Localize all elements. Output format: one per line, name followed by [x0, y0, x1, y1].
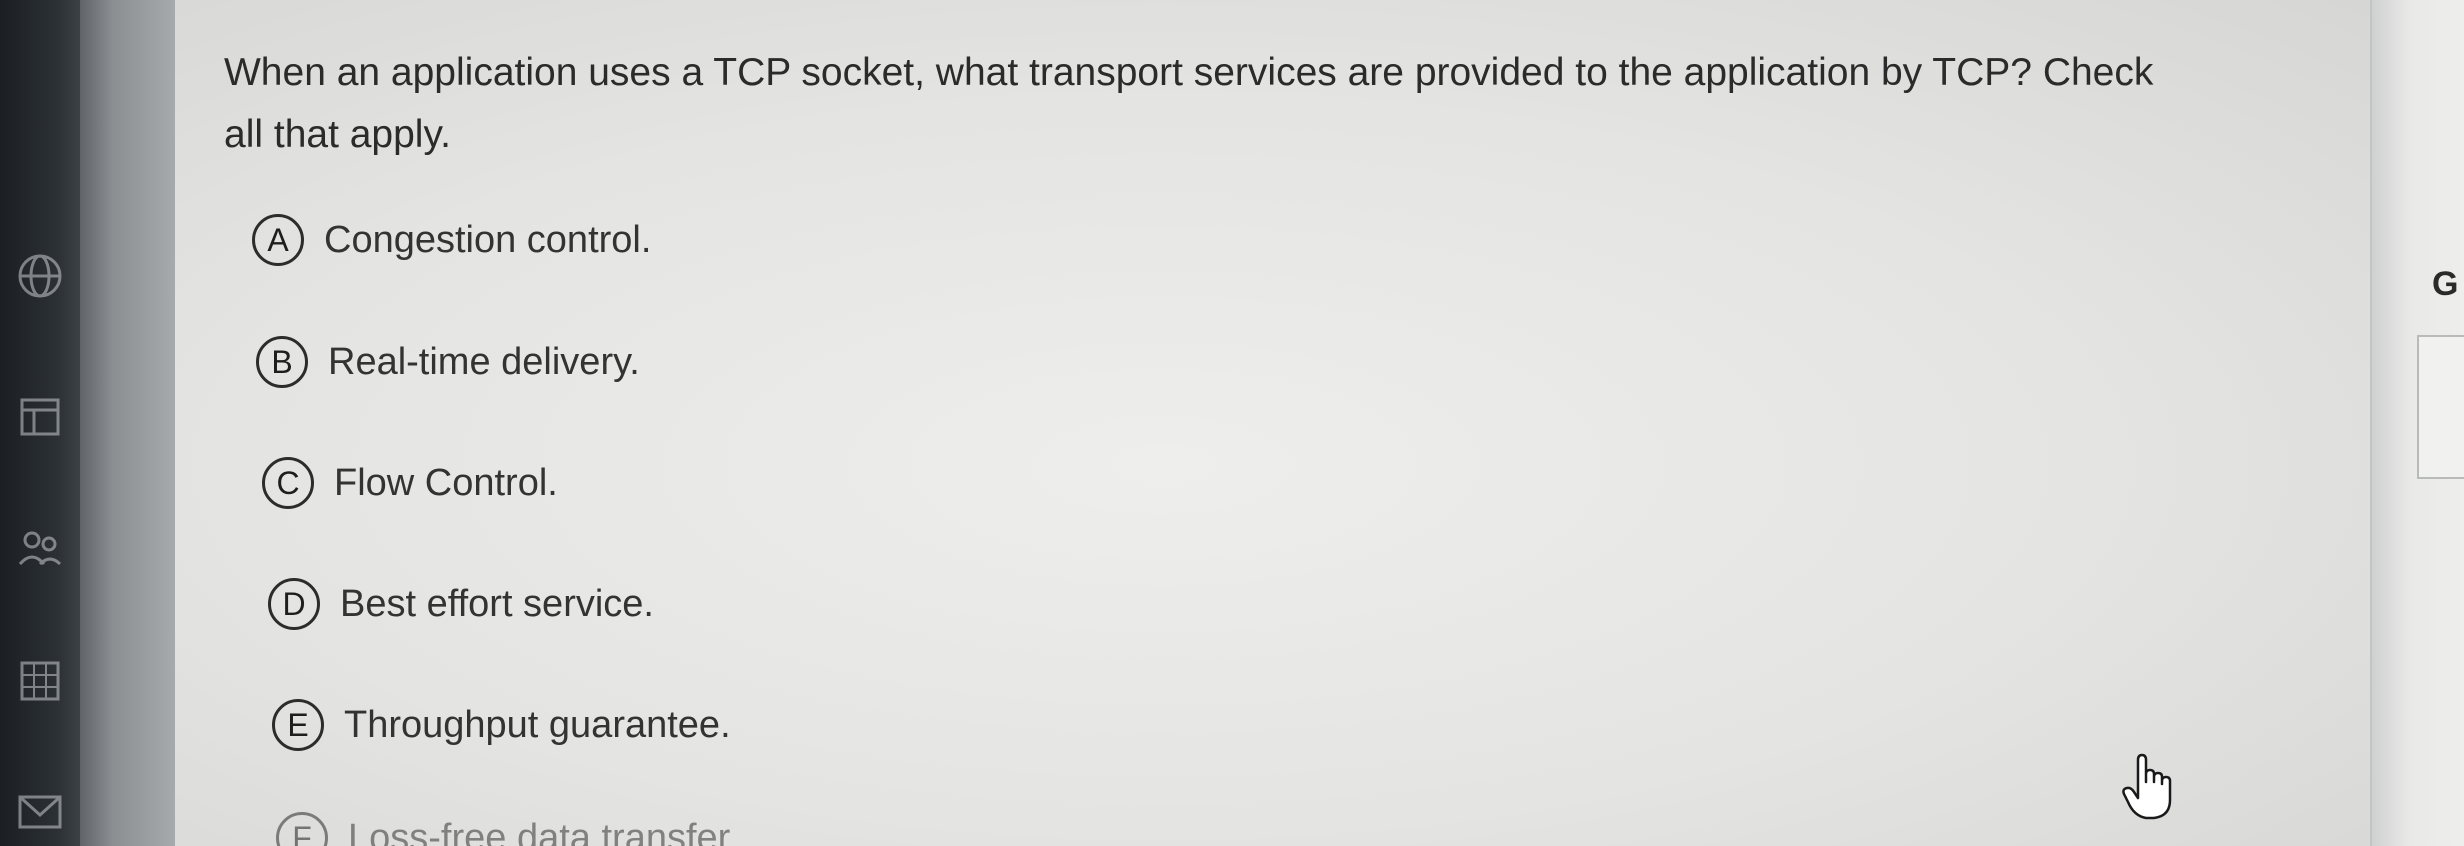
option-label[interactable]: Throughput guarantee.: [344, 704, 731, 747]
option-letter[interactable]: C: [262, 457, 314, 509]
question-line-1: When an application uses a TCP socket, w…: [224, 51, 2154, 94]
calendar-icon[interactable]: [14, 390, 66, 442]
option-e[interactable]: E Throughput guarantee.: [272, 699, 731, 751]
hand-pointer-icon: [2122, 753, 2172, 820]
right-panel-fragment: G: [2432, 265, 2459, 303]
right-panel-box[interactable]: [2417, 335, 2464, 479]
option-a[interactable]: A Congestion control.: [252, 214, 651, 266]
grid-icon[interactable]: [14, 655, 66, 707]
people-icon[interactable]: [14, 522, 66, 574]
option-d[interactable]: D Best effort service.: [268, 578, 654, 630]
option-letter[interactable]: F: [276, 812, 328, 846]
option-letter[interactable]: A: [252, 214, 304, 266]
app-sidebar: [0, 0, 80, 846]
mail-icon[interactable]: [14, 785, 66, 837]
globe-icon[interactable]: [14, 250, 66, 302]
question-text: When an application uses a TCP socket, w…: [224, 42, 2274, 166]
question-line-2: all that apply.: [224, 113, 451, 156]
option-label[interactable]: Real-time delivery.: [328, 341, 640, 384]
option-letter[interactable]: B: [256, 336, 308, 388]
option-c[interactable]: C Flow Control.: [262, 457, 558, 509]
option-letter[interactable]: E: [272, 699, 324, 751]
option-f[interactable]: F Loss-free data transfer: [276, 812, 730, 846]
option-letter[interactable]: D: [268, 578, 320, 630]
option-b[interactable]: B Real-time delivery.: [256, 336, 640, 388]
option-label[interactable]: Flow Control.: [334, 462, 558, 505]
option-label[interactable]: Congestion control.: [324, 219, 651, 262]
right-panel: G: [2370, 0, 2464, 846]
option-label[interactable]: Loss-free data transfer: [348, 817, 730, 846]
option-label[interactable]: Best effort service.: [340, 583, 654, 626]
window-gutter: [80, 0, 175, 846]
